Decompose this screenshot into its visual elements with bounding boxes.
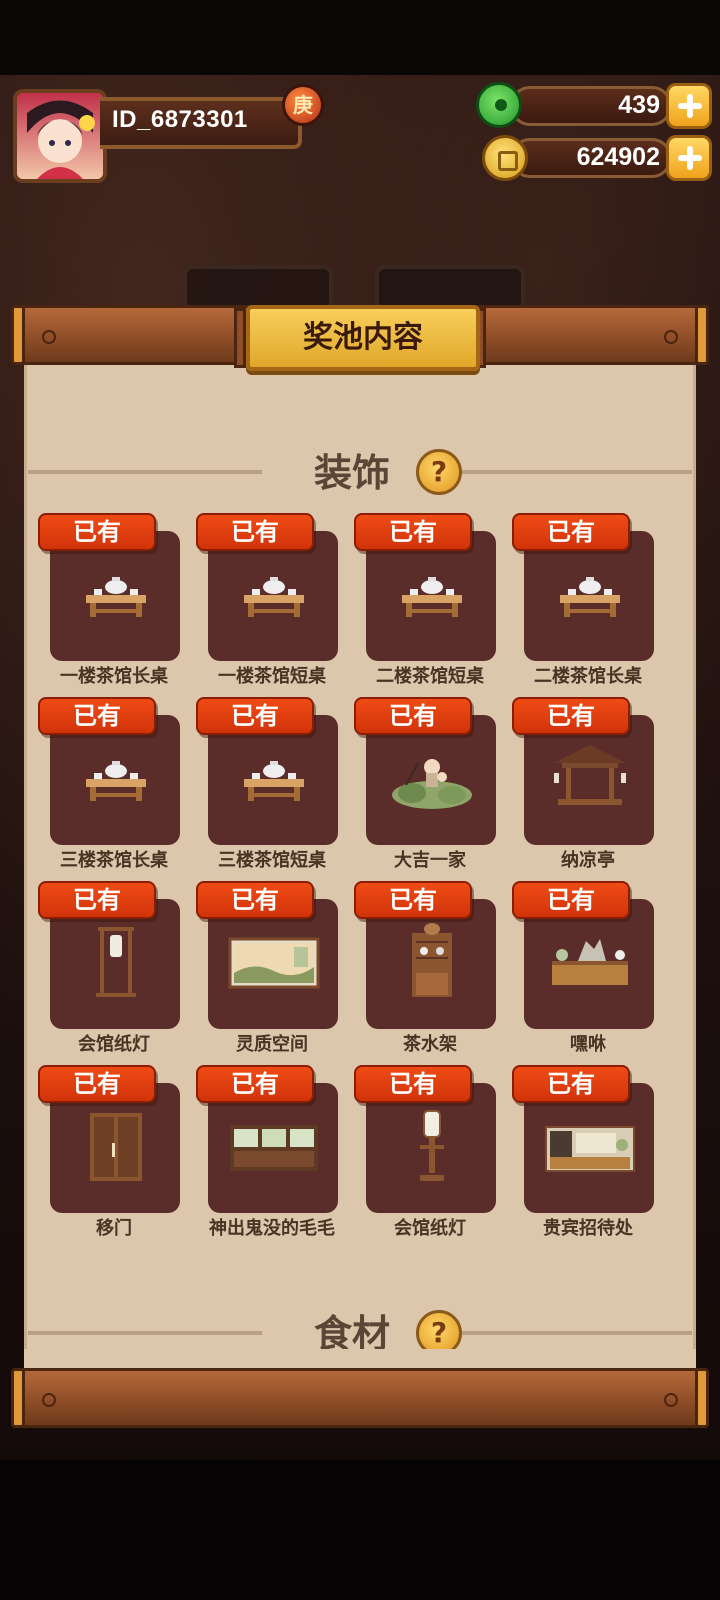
- reward-item[interactable]: 已有三楼茶馆短桌: [196, 697, 346, 877]
- item-name: 三楼茶馆长桌: [60, 850, 168, 871]
- item-name: 一楼茶馆短桌: [218, 666, 326, 687]
- item-name: 嘿咻: [570, 1034, 606, 1055]
- reward-item[interactable]: 已有会馆纸灯: [354, 1065, 504, 1245]
- owned-badge: 已有: [38, 1065, 156, 1103]
- item-name: 神出鬼没的毛毛: [209, 1218, 335, 1239]
- coin-icon: [482, 135, 528, 181]
- owned-badge: 已有: [38, 697, 156, 735]
- owned-badge: 已有: [512, 881, 630, 919]
- reward-item[interactable]: 已有大吉一家: [354, 697, 504, 877]
- panel-title: 奖池内容: [246, 305, 480, 371]
- reward-item[interactable]: 已有灵质空间: [196, 881, 346, 1061]
- item-name: 大吉一家: [394, 850, 466, 871]
- item-name: 一楼茶馆长桌: [60, 666, 168, 687]
- owned-badge: 已有: [196, 1065, 314, 1103]
- reward-item[interactable]: 已有神出鬼没的毛毛: [196, 1065, 346, 1245]
- avatar[interactable]: [13, 89, 107, 183]
- reward-item[interactable]: 已有纳凉亭: [512, 697, 662, 877]
- owned-badge: 已有: [196, 697, 314, 735]
- section-title: 装饰: [314, 451, 391, 495]
- bottom-area: [0, 1460, 720, 1600]
- item-name: 二楼茶馆长桌: [534, 666, 642, 687]
- reward-item[interactable]: 已有二楼茶馆短桌: [354, 513, 504, 693]
- owned-badge: 已有: [512, 697, 630, 735]
- owned-badge: 已有: [512, 513, 630, 551]
- reward-item[interactable]: 已有移门: [38, 1065, 188, 1245]
- reward-item[interactable]: 已有嘿咻: [512, 881, 662, 1061]
- owned-badge: 已有: [38, 513, 156, 551]
- reward-item[interactable]: 已有会馆纸灯: [38, 881, 188, 1061]
- owned-badge: 已有: [354, 513, 472, 551]
- item-name: 贵宾招待处: [543, 1218, 633, 1239]
- owned-badge: 已有: [512, 1065, 630, 1103]
- item-name: 会馆纸灯: [78, 1034, 150, 1055]
- owned-badge: 已有: [354, 1065, 472, 1103]
- item-name: 茶水架: [403, 1034, 457, 1055]
- add-jade-button[interactable]: [666, 83, 712, 129]
- title-side-left: [234, 308, 246, 368]
- owned-badge: 已有: [196, 881, 314, 919]
- jade-value: 439: [618, 91, 660, 119]
- item-name: 会馆纸灯: [394, 1218, 466, 1239]
- help-icon[interactable]: ?: [416, 449, 462, 495]
- item-name: 灵质空间: [236, 1034, 308, 1055]
- rank-badge: 庚: [282, 84, 324, 126]
- reward-item[interactable]: 已有一楼茶馆短桌: [196, 513, 346, 693]
- owned-badge: 已有: [38, 881, 156, 919]
- reward-item[interactable]: 已有贵宾招待处: [512, 1065, 662, 1245]
- reward-item[interactable]: 已有三楼茶馆长桌: [38, 697, 188, 877]
- scroll-bottom-rod: [11, 1368, 709, 1428]
- reward-item[interactable]: 已有二楼茶馆长桌: [512, 513, 662, 693]
- coin-value: 624902: [576, 143, 660, 171]
- jade-icon: [476, 82, 522, 128]
- owned-badge: 已有: [196, 513, 314, 551]
- item-name: 三楼茶馆短桌: [218, 850, 326, 871]
- owned-badge: 已有: [354, 697, 472, 735]
- item-name: 二楼茶馆短桌: [376, 666, 484, 687]
- owned-badge: 已有: [354, 881, 472, 919]
- reward-item[interactable]: 已有一楼茶馆长桌: [38, 513, 188, 693]
- section-header-decor: 装饰 ?: [24, 442, 696, 502]
- item-name: 移门: [96, 1218, 132, 1239]
- add-coin-button[interactable]: [666, 135, 712, 181]
- item-name: 纳凉亭: [561, 850, 615, 871]
- user-id: ID_6873301: [112, 106, 248, 133]
- reward-item[interactable]: 已有茶水架: [354, 881, 504, 1061]
